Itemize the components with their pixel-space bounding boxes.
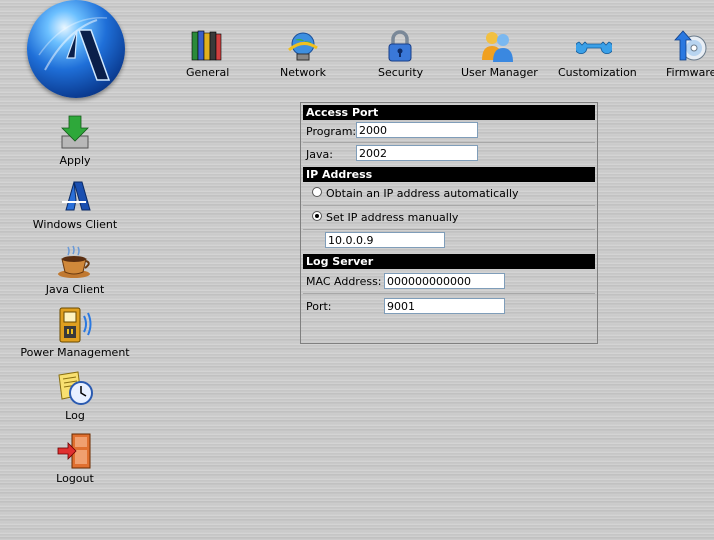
sidebar-windows-client-label: Windows Client xyxy=(32,218,118,231)
access-port-header: Access Port xyxy=(303,105,595,120)
program-port-input[interactable] xyxy=(356,122,478,138)
sidebar-logout-label: Logout xyxy=(56,472,94,485)
ip-auto-radio[interactable] xyxy=(312,187,322,197)
power-management-icon xyxy=(59,307,92,343)
firmware-disc-icon xyxy=(674,30,707,61)
ip-manual-radio[interactable] xyxy=(312,211,322,221)
sidebar-log-label: Log xyxy=(65,409,85,422)
ip-address-header: IP Address xyxy=(303,167,595,182)
nav-firmware[interactable]: Firmware xyxy=(666,28,714,79)
mac-address-input[interactable] xyxy=(384,273,505,289)
logout-door-icon xyxy=(57,433,91,469)
nav-security-label: Security xyxy=(378,66,424,79)
top-navigation: General Network Security User Manager Cu… xyxy=(0,0,714,95)
sidebar-logout[interactable]: Logout xyxy=(15,432,135,485)
windows-client-icon xyxy=(62,181,91,211)
log-port-label: Port: xyxy=(306,300,332,313)
sidebar-apply-label: Apply xyxy=(59,154,91,167)
settings-panel: Access Port Program: Java: IP Address Ob… xyxy=(300,102,598,344)
coffee-cup-icon xyxy=(58,245,90,278)
ip-address-input[interactable] xyxy=(325,232,445,248)
nav-user-manager[interactable]: User Manager xyxy=(461,28,538,79)
nav-security[interactable]: Security xyxy=(378,28,424,79)
log-port-row: Port: xyxy=(303,294,595,318)
nav-firmware-label: Firmware xyxy=(666,66,714,79)
ip-manual-label: Set IP address manually xyxy=(326,211,459,224)
log-server-header: Log Server xyxy=(303,254,595,269)
sidebar-windows-client[interactable]: Windows Client xyxy=(15,178,135,231)
java-port-label: Java: xyxy=(306,148,333,161)
log-port-input[interactable] xyxy=(384,298,505,314)
mac-address-label: MAC Address: xyxy=(306,275,382,288)
wrench-icon xyxy=(576,41,612,54)
ip-manual-row[interactable]: Set IP address manually xyxy=(303,206,595,230)
program-port-row: Program: xyxy=(303,120,595,143)
nav-network[interactable]: Network xyxy=(280,28,326,79)
ip-value-row xyxy=(303,230,595,252)
java-port-input[interactable] xyxy=(356,145,478,161)
mac-address-row: MAC Address: xyxy=(303,269,595,294)
ip-auto-row[interactable]: Obtain an IP address automatically xyxy=(303,182,595,206)
java-port-row: Java: xyxy=(303,143,595,165)
sidebar-power-management[interactable]: Power Management xyxy=(15,306,135,359)
sidebar-java-client-label: Java Client xyxy=(45,283,105,296)
program-port-label: Program: xyxy=(306,125,357,138)
nav-network-label: Network xyxy=(280,66,326,79)
nav-customization[interactable]: Customization xyxy=(558,28,637,79)
network-globe-icon xyxy=(288,32,318,61)
books-icon xyxy=(191,30,222,61)
users-icon xyxy=(482,32,513,62)
sidebar-apply[interactable]: Apply xyxy=(15,114,135,167)
padlock-icon xyxy=(388,30,412,62)
nav-general[interactable]: General xyxy=(186,28,230,79)
sidebar-power-management-label: Power Management xyxy=(20,346,130,359)
nav-general-label: General xyxy=(186,66,230,79)
nav-user-manager-label: User Manager xyxy=(461,66,538,79)
ip-auto-label: Obtain an IP address automatically xyxy=(326,187,519,200)
sidebar-java-client[interactable]: Java Client xyxy=(15,243,135,296)
sidebar-log[interactable]: Log xyxy=(15,369,135,422)
apply-arrow-icon xyxy=(61,115,89,149)
log-clock-icon xyxy=(58,371,93,405)
nav-customization-label: Customization xyxy=(558,66,637,79)
